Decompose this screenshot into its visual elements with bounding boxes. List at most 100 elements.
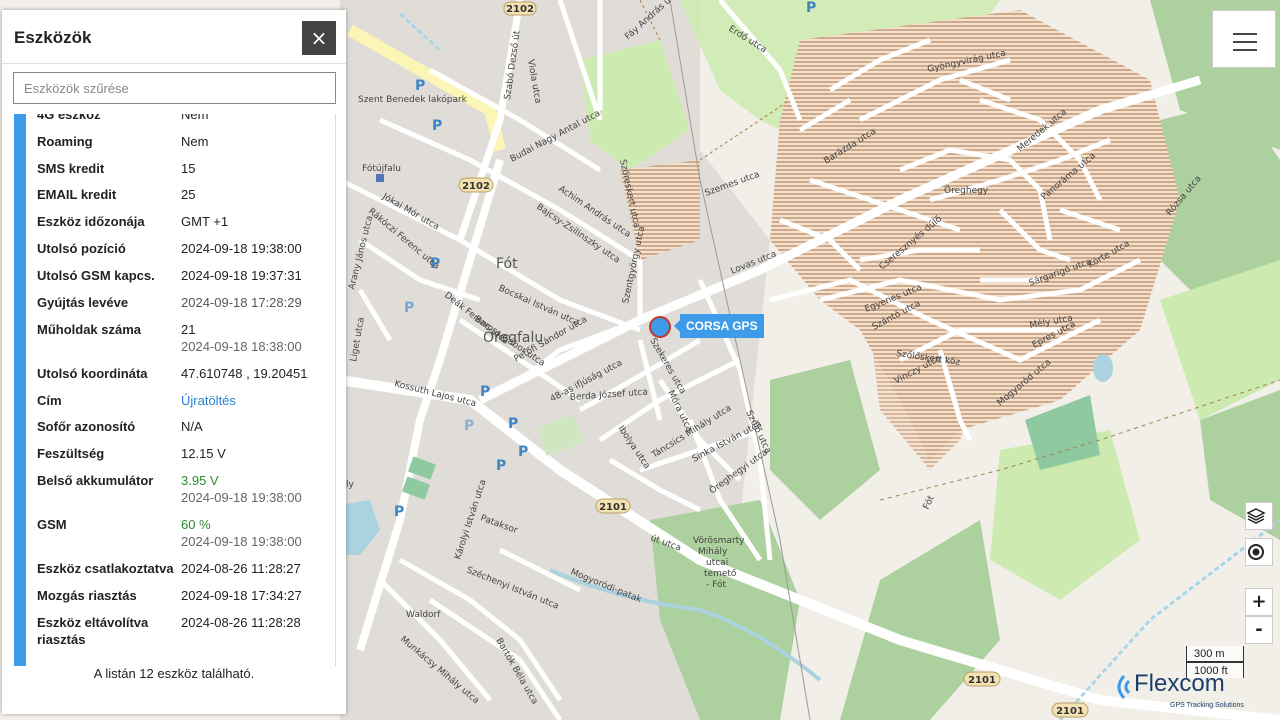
detail-row-motion-alarm: Mozgás riasztás 2024-09-18 17:34:27 xyxy=(37,587,327,614)
svg-text:P: P xyxy=(480,384,490,400)
detail-row-satellites: Műholdak száma 21 2024-09-18 18:38:00 xyxy=(37,321,327,365)
zoom-in-button[interactable]: + xyxy=(1245,588,1273,616)
scale-metric: 300 m xyxy=(1194,648,1225,660)
detail-row-last-gsm: Utolsó GSM kapcs. 2024-09-18 19:37:31 xyxy=(37,267,327,294)
detail-label: Utolsó koordináta xyxy=(37,366,148,381)
detail-row-ignition: Gyújtás levéve 2024-09-18 17:28:29 xyxy=(37,294,327,321)
detail-value: 15 xyxy=(181,161,196,176)
detail-subvalue: 2024-09-18 19:38:00 xyxy=(181,490,302,505)
detail-label: Mozgás riasztás xyxy=(37,588,137,603)
detail-value: 3.95 V xyxy=(181,473,219,488)
place-label: Fót xyxy=(496,256,518,272)
svg-text:P: P xyxy=(464,418,474,434)
panel-header: Eszközök × xyxy=(2,10,346,64)
locate-button[interactable] xyxy=(1245,538,1273,566)
place-label: Fótújfalu xyxy=(362,163,401,174)
device-details-list[interactable]: 4G eszköz Nem Roaming Nem SMS kredit 15 … xyxy=(2,114,346,666)
detail-value: Nem xyxy=(181,134,209,149)
detail-row-driver: Sofőr azonosító N/A xyxy=(37,418,327,445)
detail-row-sms: SMS kredit 15 xyxy=(37,160,327,186)
place-label: ly xyxy=(346,480,355,490)
place-label: - Fót xyxy=(706,579,726,590)
detail-label: Sofőr azonosító xyxy=(37,419,136,434)
layers-icon xyxy=(1246,508,1266,524)
detail-label: Utolsó GSM kapcs. xyxy=(37,268,155,283)
detail-row-gsm: GSM 60 % 2024-09-18 19:38:00 xyxy=(37,516,327,560)
menu-button[interactable] xyxy=(1212,10,1276,68)
detail-label: Feszültség xyxy=(37,446,105,461)
detail-value: 12.15 V xyxy=(181,446,226,461)
panel-title: Eszközök xyxy=(14,28,92,47)
signal-icon xyxy=(1117,674,1131,700)
detail-label: Cím xyxy=(37,393,62,408)
place-label: Mihály xyxy=(698,547,728,557)
detail-value: 2024-09-18 17:34:27 xyxy=(181,588,302,603)
svg-text:P: P xyxy=(432,118,442,134)
detail-label: Belső akkumulátor xyxy=(37,473,154,488)
place-label: Waldorf xyxy=(406,610,441,620)
detail-value: 2024-09-18 19:37:31 xyxy=(181,268,302,283)
svg-text:P: P xyxy=(496,458,506,474)
detail-row-connected: Eszköz csatlakoztatva 2024-08-26 11:28:2… xyxy=(37,560,327,587)
detail-subvalue: 2024-09-18 19:38:00 xyxy=(181,534,302,549)
detail-label: Műholdak száma xyxy=(37,322,142,337)
road-number: 2101 xyxy=(1056,706,1084,717)
devices-panel: Eszközök × 4G eszköz Nem Roaming Nem SMS… xyxy=(2,10,346,714)
detail-label: Eszköz időzonája xyxy=(37,214,145,229)
target-icon xyxy=(1248,544,1264,560)
reload-address-link[interactable]: Újratöltés xyxy=(181,392,327,418)
svg-text:P: P xyxy=(404,300,414,316)
detail-row-4g: 4G eszköz Nem xyxy=(37,114,327,133)
detail-value: 21 xyxy=(181,322,196,337)
detail-value: 47.610748 , 19.20451 xyxy=(181,366,308,381)
detail-label: Utolsó pozíció xyxy=(37,241,126,256)
detail-label: Gyújtás levéve xyxy=(37,295,129,310)
road-number: 2102 xyxy=(506,4,534,15)
detail-label: EMAIL kredit xyxy=(37,187,117,202)
device-filter-input[interactable] xyxy=(13,72,336,104)
scrollbar[interactable] xyxy=(335,114,336,666)
close-icon: × xyxy=(310,26,328,50)
detail-row-address: Cím Újratöltés xyxy=(37,392,327,418)
layers-button[interactable] xyxy=(1245,502,1273,530)
svg-text:P: P xyxy=(394,504,404,520)
detail-value: 25 xyxy=(181,187,196,202)
svg-text:P: P xyxy=(508,416,518,432)
detail-row-removed-alarm: Eszköz eltávolítva riasztás 2024-08-26 1… xyxy=(37,614,327,654)
detail-row-voltage: Feszültség 12.15 V xyxy=(37,445,327,472)
road-number: 2101 xyxy=(968,675,996,686)
detail-value: 2024-09-18 17:28:29 xyxy=(181,295,302,310)
detail-value: GMT +1 xyxy=(181,214,229,229)
detail-row-battery: Belső akkumulátor 3.95 V 2024-09-18 19:3… xyxy=(37,472,327,516)
detail-label: Eszköz csatlakoztatva xyxy=(37,561,174,576)
detail-row-email: EMAIL kredit 25 xyxy=(37,186,327,213)
detail-row-timezone: Eszköz időzonája GMT +1 xyxy=(37,213,327,240)
svg-text:P: P xyxy=(415,78,425,94)
close-button[interactable]: × xyxy=(302,21,336,55)
device-location-marker[interactable] xyxy=(649,316,671,338)
place-label: Öreghegy xyxy=(944,185,989,196)
device-count-text: A listán 12 eszköz található. xyxy=(93,666,255,681)
detail-value: 60 % xyxy=(181,517,211,532)
road-number: 2101 xyxy=(599,502,627,513)
brand-tagline: GPS Tracking Solutions xyxy=(1170,702,1244,709)
place-label: utcai xyxy=(706,558,728,568)
svg-text:P: P xyxy=(806,0,816,16)
detail-value: N/A xyxy=(181,419,203,434)
detail-value: 2024-08-26 11:28:28 xyxy=(181,615,301,630)
place-label: Vörösmarty xyxy=(693,536,745,546)
selected-device-indicator xyxy=(14,114,26,666)
device-label[interactable]: CORSA GPS xyxy=(674,314,764,338)
brand-name: Flexcom xyxy=(1134,670,1225,697)
detail-value: 2024-08-26 11:28:27 xyxy=(181,561,301,576)
road-number: 2102 xyxy=(462,181,490,192)
detail-label: SMS kredit xyxy=(37,161,105,176)
svg-text:P: P xyxy=(518,444,528,460)
zoom-out-button[interactable]: - xyxy=(1245,616,1273,644)
detail-label: 4G eszköz xyxy=(37,114,101,122)
detail-row-coordinate: Utolsó koordináta 47.610748 , 19.20451 xyxy=(37,365,327,392)
detail-label: GSM xyxy=(37,517,67,532)
detail-row-last-position: Utolsó pozíció 2024-09-18 19:38:00 xyxy=(37,240,327,267)
place-label: Szent Benedek lakópark xyxy=(358,94,468,105)
detail-value: Nem xyxy=(181,114,209,122)
